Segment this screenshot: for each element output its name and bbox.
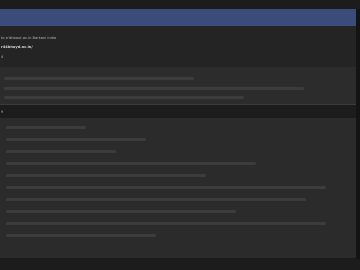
redacted-line [6,186,326,189]
divider [0,104,356,105]
content-band [0,67,356,104]
section-marker: 9 [1,110,4,114]
right-edge [356,9,360,259]
app-window: to e'dhbaut.ac.in Barkani india r44bhoyd… [0,0,360,270]
redacted-line [6,174,206,177]
body-area [0,118,356,258]
header-line-1: to e'dhbaut.ac.in Barkani india [1,36,57,40]
header-line-2[interactable]: r44bhoyd.ac.in/ [1,45,33,49]
redacted-line [4,87,304,90]
redacted-line [6,234,156,237]
redacted-line [4,96,244,99]
redacted-line [6,198,306,201]
redacted-line [6,126,86,129]
redacted-line [4,77,194,80]
redacted-line [6,210,236,213]
header-line-3: 4 [1,55,4,59]
redacted-line [6,150,116,153]
redacted-line [6,138,146,141]
redacted-line [6,222,326,225]
redacted-line [6,162,256,165]
title-bar [0,9,356,26]
header-panel: to e'dhbaut.ac.in Barkani india r44bhoyd… [0,26,356,67]
